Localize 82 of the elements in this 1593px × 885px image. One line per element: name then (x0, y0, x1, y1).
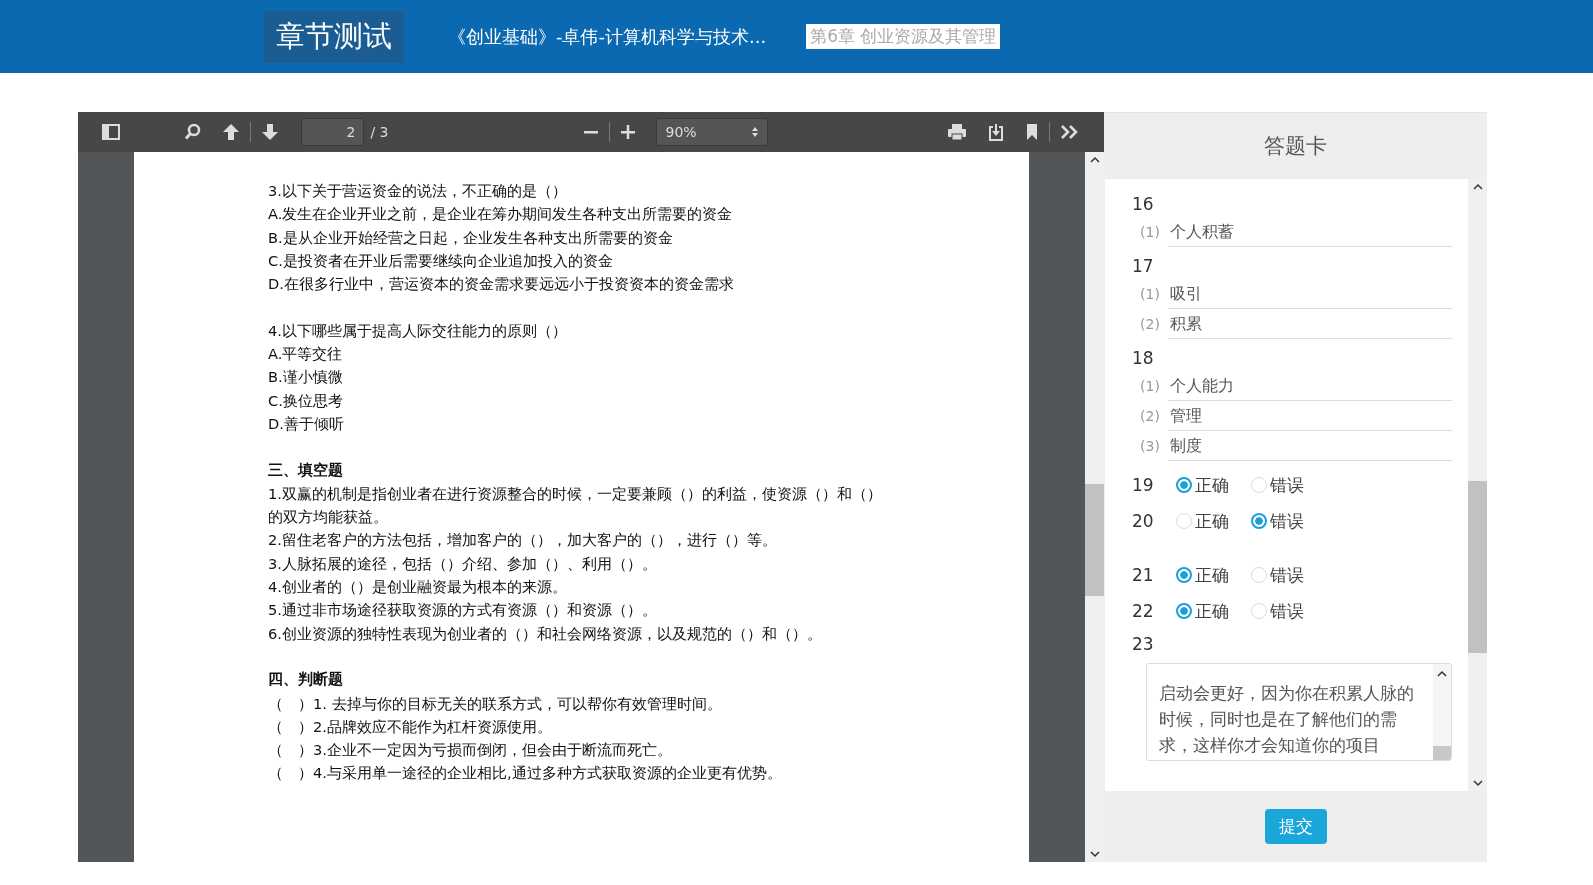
question-text: 2.留住老客户的方法包括，增加客户的（），加大客户的（），进行（）等。 (268, 530, 778, 551)
page-count: / 3 (370, 124, 389, 140)
chevron-up-icon[interactable] (1472, 183, 1483, 191)
question-text: A.平等交往 (268, 344, 344, 365)
option-label: 错误 (1270, 509, 1304, 533)
blank-index: (1) (1139, 286, 1161, 302)
question-text: （ ）3.企业不一定因为亏损而倒闭，但会由于断流而死亡。 (268, 740, 673, 761)
answer-field[interactable]: 积累 (1168, 309, 1452, 339)
option-label: 错误 (1270, 563, 1304, 587)
chevron-up-icon[interactable] (1437, 670, 1447, 678)
course-name: 《创业基础》-卓伟-计算机科学与技术... (448, 24, 767, 49)
scrollbar[interactable] (1085, 152, 1104, 862)
question-number: 23 (1132, 633, 1155, 656)
question-text: （ ）1. 去掉与你的目标无关的联系方式，可以帮你有效管理时间。 (268, 693, 723, 714)
zoom-in-icon[interactable] (620, 124, 637, 140)
question-number: 18 (1132, 347, 1155, 370)
stepper-icon (750, 126, 759, 138)
bookmark-icon[interactable] (1025, 123, 1039, 141)
question-text: 3.人脉拓展的途径，包括（）介绍、参加（）、利用（）。 (268, 553, 658, 574)
blank-index: (3) (1139, 438, 1161, 454)
download-icon[interactable] (987, 123, 1005, 141)
question-text: 3.以下关于营运资金的说法，不正确的是（） (268, 181, 568, 201)
chapter-name: 第6章 创业资源及其管理 (806, 24, 1001, 49)
blank-index: (1) (1139, 378, 1161, 394)
print-icon[interactable] (947, 123, 967, 141)
scroll-thumb[interactable] (1085, 484, 1104, 596)
answer-field[interactable]: 个人能力 (1168, 371, 1452, 401)
arrow-up-icon[interactable] (221, 123, 240, 141)
question-text: 5.通过非市场途径获取资源的方式有资源（）和资源（）。 (268, 600, 658, 621)
question-text: 的双方均能获益。 (268, 507, 389, 528)
answer-field[interactable]: 管理 (1168, 401, 1452, 431)
scroll-thumb[interactable] (1468, 481, 1487, 653)
arrow-down-icon[interactable] (260, 123, 279, 141)
chevron-up-icon[interactable] (1089, 156, 1100, 164)
chevron-down-icon[interactable] (1472, 779, 1483, 787)
option-label: 错误 (1270, 599, 1304, 623)
zoom-select[interactable]: 90% (656, 118, 768, 146)
option-label: 正确 (1195, 563, 1229, 587)
answer-field[interactable]: 制度 (1168, 431, 1452, 461)
question-text: 4.以下哪些属于提高人际交往能力的原则（） (268, 320, 568, 341)
question-text: D.善于倾听 (268, 413, 345, 434)
radio-button[interactable] (1176, 603, 1192, 619)
option-label: 正确 (1195, 599, 1229, 623)
scroll-thumb[interactable] (1433, 746, 1451, 760)
question-text: C.是投资者在开业后需要继续向企业追加投入的资金 (268, 250, 614, 271)
section-heading: 四、判断题 (268, 669, 344, 691)
question-text: 1.双赢的机制是指创业者在进行资源整合的时候，一定要兼顾（）的利益，使资源（）和（） (268, 483, 883, 504)
blank-index: (2) (1139, 316, 1161, 332)
question-number: 16 (1132, 193, 1155, 216)
question-text: B.谨小慎微 (268, 367, 344, 388)
question-text: （ ）4.与采用单一途径的企业相比,通过多种方式获取资源的企业更有优势。 (268, 763, 783, 784)
answer-field[interactable]: 个人积蓄 (1168, 217, 1452, 247)
question-text: D.在很多行业中，营运资本的资金需求要远远小于投资资本的资金需求 (268, 274, 735, 295)
search-icon[interactable] (183, 123, 202, 141)
sidebar-toggle-icon[interactable] (102, 124, 120, 140)
blank-index: (2) (1139, 408, 1161, 424)
answer-text-area[interactable]: 启动会更好，因为你在积累人脉的时候，同时也是在了解他们的需求，这样你才会知道你的项目 (1146, 663, 1452, 761)
answer-card-title: 答题卡 (1264, 133, 1327, 160)
page-number-field[interactable]: 2 (300, 118, 365, 146)
blank-index: (1) (1139, 224, 1161, 240)
double-chevron-icon[interactable] (1060, 124, 1080, 140)
question-number: 22 (1132, 600, 1155, 623)
question-number: 20 (1132, 510, 1155, 533)
question-number: 17 (1132, 255, 1155, 278)
question-number: 19 (1132, 474, 1155, 497)
question-text: C.换位思考 (268, 390, 344, 411)
option-label: 错误 (1270, 473, 1304, 497)
question-text: B.是从企业开始经营之日起，企业发生各种支出所需要的资金 (268, 227, 674, 248)
chevron-down-icon[interactable] (1089, 850, 1100, 858)
radio-button[interactable] (1176, 477, 1192, 493)
section-heading: 三、填空题 (268, 459, 344, 481)
radio-button[interactable] (1176, 567, 1192, 583)
question-text: A.发生在企业开业之前，是企业在筹办期间发生各种支出所需要的资金 (268, 204, 734, 225)
page-title: 章节测试 (264, 10, 404, 63)
answer-field[interactable]: 吸引 (1168, 279, 1452, 309)
radio-button[interactable] (1251, 513, 1267, 529)
question-number: 21 (1132, 564, 1155, 587)
option-label: 正确 (1195, 509, 1229, 533)
question-text: 4.创业者的（）是创业融资最为根本的来源。 (268, 577, 568, 598)
option-label: 正确 (1195, 473, 1229, 497)
question-text: （ ）2.品牌效应不能作为杠杆资源使用。 (268, 716, 553, 737)
question-text: 6.创业资源的独特性表现为创业者的（）和社会网络资源，以及规范的（）和（）。 (268, 623, 823, 644)
